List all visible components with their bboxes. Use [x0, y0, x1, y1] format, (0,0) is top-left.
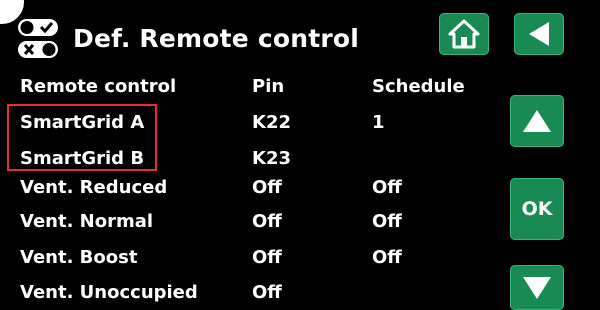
row-schedule[interactable]: Off [372, 177, 402, 198]
row-pin[interactable]: K23 [252, 148, 291, 169]
scroll-up-button[interactable] [510, 95, 564, 147]
ok-label: OK [521, 198, 553, 220]
scroll-down-button[interactable] [510, 265, 564, 310]
home-icon [448, 19, 480, 49]
row-pin[interactable]: Off [252, 247, 282, 268]
display-screen: Def. Remote control OK Remote control Pi… [0, 0, 600, 310]
row-name[interactable]: Vent. Boost [20, 247, 137, 268]
row-name[interactable]: Vent. Reduced [20, 177, 167, 198]
column-header-schedule: Schedule [372, 76, 465, 97]
row-schedule[interactable]: Off [372, 247, 402, 268]
up-arrow-icon [523, 110, 551, 132]
remote-control-switches-icon [18, 19, 58, 58]
column-header-pin: Pin [252, 76, 285, 97]
back-arrow-icon [529, 22, 549, 46]
home-button[interactable] [439, 13, 489, 55]
row-pin[interactable]: Off [252, 177, 282, 198]
back-button[interactable] [514, 13, 564, 55]
row-pin[interactable]: K22 [252, 112, 291, 133]
row-schedule[interactable]: 1 [372, 112, 385, 133]
row-schedule[interactable]: Off [372, 211, 402, 232]
row-name[interactable]: Vent. Unoccupied [20, 282, 198, 303]
row-pin[interactable]: Off [252, 282, 282, 303]
row-name[interactable]: Vent. Normal [20, 211, 153, 232]
ok-button[interactable]: OK [510, 178, 564, 240]
page-title: Def. Remote control [73, 24, 360, 53]
row-pin[interactable]: Off [252, 211, 282, 232]
down-arrow-icon [523, 276, 551, 299]
highlight-box [7, 104, 157, 171]
column-header-remote-control: Remote control [20, 76, 177, 97]
